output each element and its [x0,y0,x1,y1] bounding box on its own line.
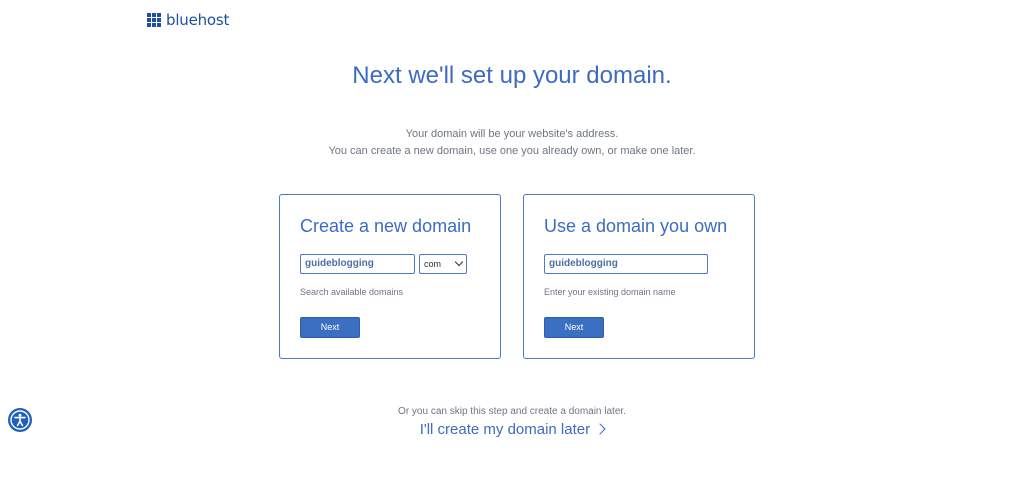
page-subtext: Your domain will be your website's addre… [0,126,1024,160]
grid-icon [147,13,161,27]
own-domain-card: Use a domain you own guideblogging Enter… [523,194,755,359]
subtext-line-2: You can create a new domain, use one you… [328,145,696,157]
new-domain-next-button[interactable]: Next [300,317,360,338]
skip-link-label: I'll create my domain later [419,421,591,438]
create-domain-title: Create a new domain [300,216,472,236]
page: bluehost Next we'll set up your domain. … [0,0,1024,481]
chevron-right-icon [594,423,606,435]
own-domain-helper: Enter your existing domain name [544,287,676,297]
accessibility-icon [10,410,30,430]
subtext-line-1: Your domain will be your website's addre… [405,128,619,140]
logo-text: bluehost [166,11,230,29]
accessibility-button[interactable] [8,408,32,432]
new-domain-helper: Search available domains [300,287,404,297]
chevron-down-icon [454,257,464,267]
own-domain-title: Use a domain you own [544,216,728,236]
skip-domain-link[interactable]: I'll create my domain later [0,421,1024,438]
create-domain-card: Create a new domain guideblogging com Se… [279,194,501,359]
own-domain-input[interactable]: guideblogging [544,254,708,274]
own-domain-next-button[interactable]: Next [544,317,604,338]
tld-selected-value: com [424,259,442,269]
page-title: Next we'll set up your domain. [352,62,672,89]
new-domain-input[interactable]: guideblogging [300,254,415,274]
skip-text: Or you can skip this step and create a d… [398,406,626,417]
tld-select[interactable]: com [419,254,467,274]
bluehost-logo[interactable]: bluehost [147,11,229,29]
